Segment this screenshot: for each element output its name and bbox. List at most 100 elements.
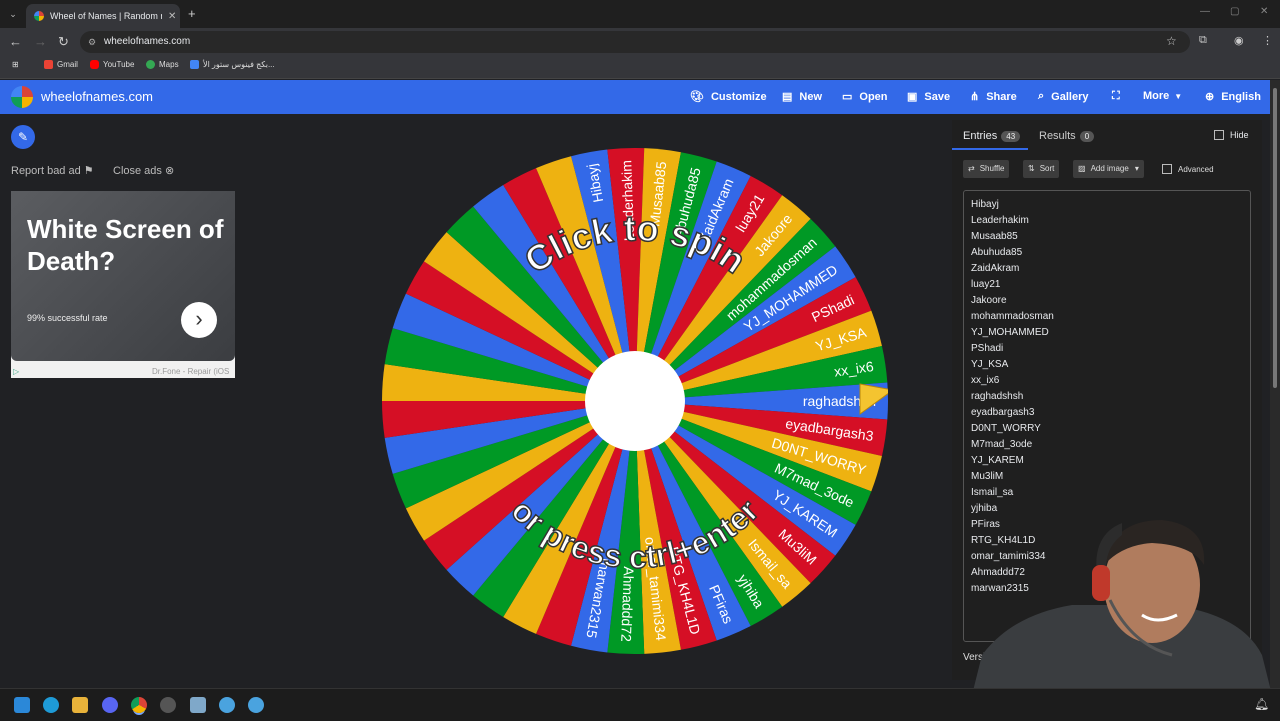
close-ads-link[interactable]: Close ads ⊗ (113, 164, 174, 177)
minimize-icon[interactable]: — (1200, 6, 1210, 17)
photos-icon[interactable] (190, 697, 206, 713)
save-button[interactable]: ▣ Save (907, 90, 950, 104)
browser-tabstrip: ⌄ Wheel of Names | Random name ✕ + — ▢ ✕ (0, 0, 1280, 28)
streamer-webcam-image (972, 520, 1272, 695)
site-info-icon[interactable]: ⚙ (88, 31, 96, 53)
hide-checkbox[interactable]: Hide (1214, 130, 1249, 140)
wheel-graphic[interactable]: Hibayj Leaderhakim Musaab85 Abuhuda85ZaidAk… (382, 148, 895, 654)
tab-entries[interactable]: Entries 43 (963, 130, 1021, 142)
entry-item[interactable]: YJ_KSA (971, 359, 1008, 370)
discord-icon[interactable] (102, 697, 118, 713)
edge-icon[interactable] (43, 697, 59, 713)
sort-button[interactable]: ⇅ Sort (1023, 160, 1060, 178)
save-icon: ▣ (907, 91, 918, 103)
search-icon: ⌕ (1038, 90, 1045, 102)
entry-item[interactable]: Mu3liM (971, 471, 1003, 482)
entry-item[interactable]: Jakoore (971, 295, 1007, 306)
open-button[interactable]: ▭ Open (842, 90, 888, 104)
brand-name[interactable]: wheelofnames.com (41, 89, 153, 104)
bookmark-store[interactable]: بكج فينوس ستور الأ... (190, 60, 275, 69)
forward-icon[interactable]: → (34, 34, 47, 49)
gallery-button[interactable]: ⌕ Gallery (1038, 90, 1088, 103)
add-image-button[interactable]: ▨ Add image ▾ (1073, 160, 1144, 178)
entry-item[interactable]: ZaidAkram (971, 263, 1019, 274)
bookmark-star-icon[interactable]: ☆ (1166, 34, 1177, 48)
advertisement[interactable]: White Screen of Death? 99% successful ra… (11, 191, 235, 378)
close-tab-icon[interactable]: ✕ (168, 11, 176, 22)
entry-item[interactable]: YJ_KAREM (971, 455, 1024, 466)
ad-subtitle: 99% successful rate (27, 313, 108, 323)
entry-item[interactable]: raghadshsh (971, 391, 1023, 402)
more-button[interactable]: More ▼ (1143, 90, 1182, 102)
chevron-down-icon: ▼ (1174, 91, 1183, 101)
entry-item[interactable]: YJ_MOHAMMED (971, 327, 1049, 338)
share-icon: ⋔ (970, 91, 980, 103)
site-favicon-icon (34, 11, 44, 21)
entry-item[interactable]: Hibayj (971, 199, 999, 210)
customize-button[interactable]: 🎨︎ Customize (690, 90, 767, 104)
edit-pencil-button[interactable]: ✎ (11, 125, 35, 149)
app-icon[interactable] (219, 697, 235, 713)
apps-icon[interactable]: ⊞ (12, 60, 19, 69)
obs-icon[interactable] (160, 697, 176, 713)
entry-item[interactable]: Ismail_sa (971, 487, 1013, 498)
chrome-icon[interactable] (131, 697, 147, 713)
extensions-icon[interactable]: ⧉ (1199, 34, 1207, 47)
entry-item[interactable]: Abuhuda85 (971, 247, 1022, 258)
scrollbar-thumb[interactable] (1273, 88, 1277, 388)
browser-tab[interactable]: Wheel of Names | Random name ✕ (26, 4, 180, 28)
new-tab-icon[interactable]: + (188, 6, 196, 21)
fullscreen-icon: ⛶ (1112, 90, 1120, 102)
folder-icon: ▭ (842, 91, 853, 103)
app-icon-2[interactable] (248, 697, 264, 713)
bookmark-youtube[interactable]: YouTube (90, 60, 134, 69)
bookmark-gmail[interactable]: Gmail (44, 60, 78, 69)
fullscreen-button[interactable]: ⛶ (1112, 90, 1120, 103)
docs-icon (190, 60, 199, 69)
shuffle-button[interactable]: ⇄ Shuffle (963, 160, 1010, 178)
bookmark-maps[interactable]: Maps (146, 60, 179, 69)
notification-bell-icon[interactable]: 🔔︎ (1254, 697, 1270, 713)
file-explorer-icon[interactable] (72, 697, 88, 713)
entry-item[interactable]: Musaab85 (971, 231, 1018, 242)
entry-item[interactable]: M7mad_3ode (971, 439, 1032, 450)
tab-title: Wheel of Names | Random name (50, 11, 162, 21)
browser-menu-icon[interactable]: ⋮ (1262, 34, 1273, 47)
address-bar[interactable]: ⚙ wheelofnames.com (80, 31, 1190, 53)
browser-toolbar: ← → ↻ ⚙ wheelofnames.com ☆ ⧉ ◉ ⋮ (0, 28, 1280, 56)
new-button[interactable]: ▤ New (782, 90, 822, 104)
back-icon[interactable]: ← (9, 34, 22, 49)
ad-choices-icon[interactable]: ▷ (13, 367, 19, 376)
ad-arrow-button[interactable]: › (181, 302, 217, 338)
language-button[interactable]: ⊕ English (1205, 90, 1261, 104)
share-button[interactable]: ⋔ Share (970, 90, 1017, 104)
entry-item[interactable]: xx_ix6 (971, 375, 999, 386)
flag-icon: ⚑ (83, 165, 94, 177)
profile-icon[interactable]: ◉ (1234, 34, 1244, 47)
close-window-icon[interactable]: ✕ (1260, 6, 1268, 17)
advanced-checkbox[interactable]: Advanced (1162, 164, 1214, 174)
ad-title: White Screen of Death? (27, 214, 224, 276)
wheel-center[interactable] (585, 351, 685, 451)
entry-item[interactable]: D0NT_WORRY (971, 423, 1041, 434)
chevron-right-icon: › (195, 306, 203, 331)
entry-item[interactable]: luay21 (971, 279, 1000, 290)
close-circle-icon: ⊗ (164, 165, 175, 177)
windows-start-icon[interactable] (14, 697, 30, 713)
entry-item[interactable]: mohammadosman (971, 311, 1054, 322)
name-wheel[interactable]: Hibayj Leaderhakim Musaab85 Abuhuda85 ZaidAk… (382, 148, 895, 654)
maximize-icon[interactable]: ▢ (1230, 6, 1239, 17)
chevron-down-icon: ▾ (1134, 164, 1139, 173)
entry-item[interactable]: Leaderhakim (971, 215, 1029, 226)
checkbox-icon (1162, 164, 1172, 174)
wheel-logo-icon[interactable] (11, 86, 33, 108)
tab-results[interactable]: Results 0 (1039, 130, 1095, 142)
entry-item[interactable]: PShadi (971, 343, 1003, 354)
palette-icon: 🎨︎ (690, 91, 704, 103)
tab-search-icon[interactable]: ⌄ (6, 7, 20, 21)
ad-card[interactable]: White Screen of Death? 99% successful ra… (11, 191, 235, 361)
entries-count-badge: 43 (1001, 130, 1021, 142)
entry-item[interactable]: eyadbargash3 (971, 407, 1034, 418)
report-bad-ad-link[interactable]: Report bad ad ⚑ (11, 164, 94, 177)
reload-icon[interactable]: ↻ (58, 34, 69, 50)
